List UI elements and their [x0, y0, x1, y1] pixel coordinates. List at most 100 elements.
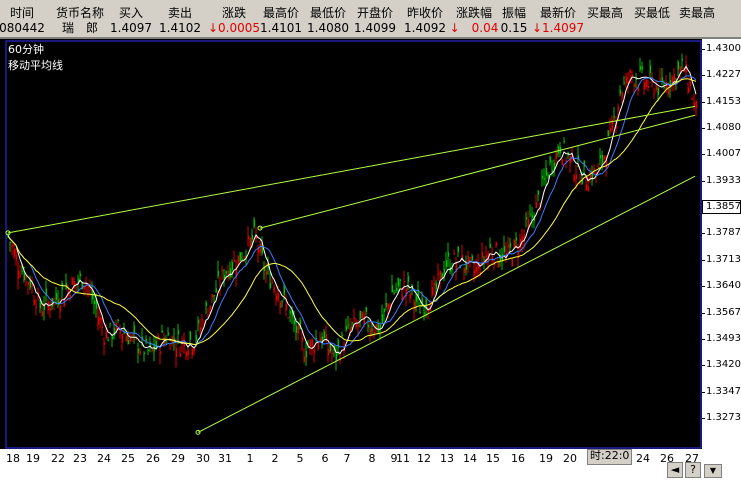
- candle-body: [489, 243, 492, 248]
- help-icon[interactable]: ?: [685, 462, 701, 478]
- date-tick-label: 24: [636, 452, 650, 465]
- candle-body: [61, 283, 64, 290]
- candlestick-chart[interactable]: [0, 39, 741, 481]
- candle-body: [689, 81, 692, 86]
- header-col-12-label[interactable]: 买最高: [587, 6, 623, 20]
- candle-body: [359, 310, 362, 319]
- candle-body: [55, 293, 58, 300]
- candle-body: [329, 343, 332, 352]
- date-tick-label: 11: [396, 452, 410, 465]
- header-col-5-label[interactable]: 最高价: [263, 6, 299, 20]
- candle-body: [279, 301, 282, 308]
- candle-body: [127, 340, 130, 345]
- candle-body: [111, 336, 114, 340]
- candle-body: [653, 93, 656, 95]
- candle-body: [233, 259, 236, 262]
- candle-body: [413, 301, 416, 311]
- date-tick-label: 13: [440, 452, 454, 465]
- trendline-1: [259, 114, 696, 229]
- header-col-9-label[interactable]: 涨跌幅: [456, 6, 492, 20]
- price-tick-label: 1.3273: [706, 411, 741, 423]
- candle-body: [585, 184, 588, 191]
- candle-body: [139, 351, 142, 354]
- price-tick-label: 1.3493: [706, 332, 741, 344]
- candle-body: [549, 156, 552, 163]
- header-col-7-label[interactable]: 开盘价: [357, 6, 393, 20]
- candle-body: [435, 282, 438, 290]
- header-col-9-value: ↓ 0.04: [449, 21, 499, 35]
- candle-body: [497, 261, 500, 268]
- candle-body: [271, 281, 274, 283]
- header-col-14-label[interactable]: 卖最高: [679, 6, 715, 20]
- candle-body: [51, 298, 54, 307]
- candle-body: [11, 244, 14, 247]
- candle-body: [305, 351, 308, 358]
- candle-body: [249, 238, 252, 247]
- candle-body: [557, 146, 560, 154]
- header-col-0-label[interactable]: 时间: [10, 6, 34, 20]
- candle-body: [303, 356, 306, 362]
- date-tick-label: 23: [73, 452, 87, 465]
- candle-body: [643, 82, 646, 90]
- candle-body: [193, 347, 196, 351]
- header-col-4-label[interactable]: 涨跌: [222, 6, 246, 20]
- ma-mid-line: [7, 75, 697, 349]
- price-tick-mark: [702, 75, 705, 77]
- candle-body: [211, 294, 214, 298]
- candle-body: [641, 66, 644, 70]
- date-tick-label: 1: [246, 452, 254, 465]
- price-tick-label: 1.4080: [706, 122, 741, 134]
- candle-body: [317, 342, 320, 349]
- candle-body: [129, 337, 132, 342]
- candle-body: [443, 269, 446, 274]
- candle-body: [373, 331, 376, 336]
- candle-body: [117, 319, 120, 321]
- candle-body: [281, 300, 284, 302]
- candle-body: [133, 325, 136, 334]
- candle-body: [469, 257, 472, 259]
- header-col-13-label[interactable]: 买最低: [634, 6, 670, 20]
- candle-body: [159, 351, 162, 354]
- candle-body: [631, 74, 634, 77]
- quote-header: 时间 080442 货币名称瑞 郎 买入 1.4097 卖出 1.4102 涨跌 ↓0.0005…: [0, 0, 741, 37]
- scroll-left-button[interactable]: ◄: [667, 462, 683, 478]
- header-col-8-label[interactable]: 昨收价: [407, 6, 443, 20]
- candle-body: [107, 340, 110, 342]
- candle-body: [99, 318, 102, 320]
- candle-body: [687, 87, 690, 93]
- candle-body: [71, 278, 74, 285]
- candle-body: [609, 128, 612, 132]
- candle-body: [275, 294, 278, 301]
- header-col-11-label[interactable]: 最新价: [540, 6, 576, 20]
- candle-body: [381, 314, 384, 323]
- candle-body: [491, 255, 494, 262]
- candle-body: [247, 235, 250, 240]
- candle-body: [187, 350, 190, 355]
- header-col-6-value: 1.4080: [307, 21, 349, 35]
- chevron-down-icon[interactable]: ▼: [704, 464, 722, 478]
- date-tick-label: 22: [51, 452, 65, 465]
- candle-body: [387, 304, 390, 310]
- candle-body: [607, 130, 610, 137]
- candle-body: [269, 283, 272, 289]
- candle-body: [213, 295, 216, 297]
- header-col-5-value: 1.4101: [260, 21, 302, 35]
- header-col-10-label[interactable]: 振幅: [502, 6, 526, 20]
- chart-panel[interactable]: 60分钟 移动平均线: [0, 39, 741, 481]
- candle-body: [13, 249, 16, 257]
- price-tick-mark: [702, 233, 705, 235]
- candle-body: [415, 296, 418, 302]
- header-col-2-value: 1.4097: [110, 21, 152, 35]
- header-col-2-label[interactable]: 买入: [119, 6, 143, 20]
- candle-body: [21, 270, 24, 272]
- candle-body: [623, 82, 626, 84]
- candle-body: [543, 178, 546, 180]
- candle-body: [41, 311, 44, 316]
- candle-body: [561, 159, 564, 165]
- candle-body: [545, 167, 548, 176]
- candle-body: [667, 88, 670, 95]
- header-col-1-label[interactable]: 货币名称: [56, 6, 104, 20]
- header-col-6-label[interactable]: 最低价: [310, 6, 346, 20]
- date-tick-label: 15: [486, 452, 500, 465]
- header-col-3-label[interactable]: 卖出: [168, 6, 192, 20]
